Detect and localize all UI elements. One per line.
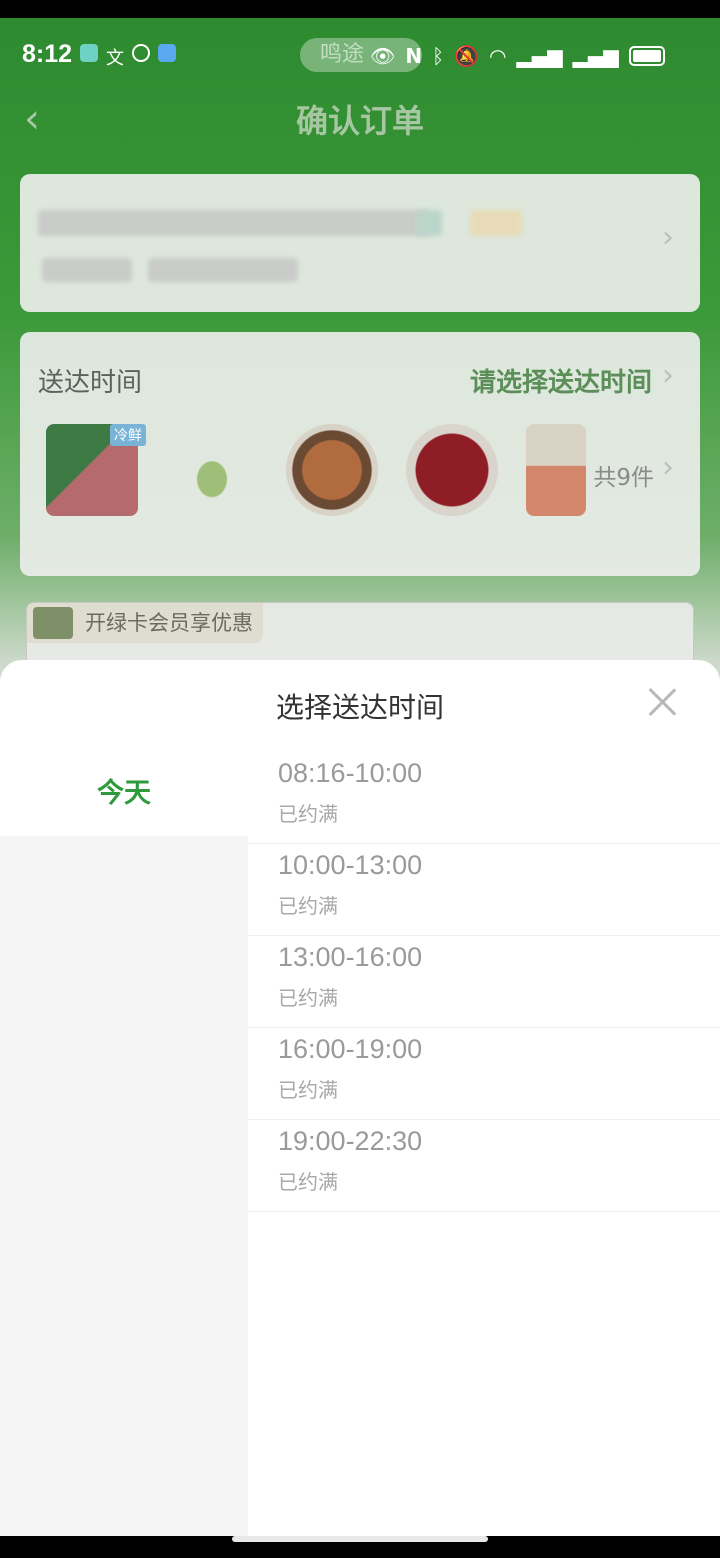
product-thumb-cherry	[406, 424, 498, 516]
nfc-icon: N	[405, 44, 423, 68]
choose-time-link[interactable]: 请选择送达时间	[470, 362, 652, 399]
status-bar: 8:12 文 鸣途 👁 N ᛒ 🔕 ◠ ▂▄▆ ▂▄▆	[0, 18, 720, 90]
signal-icon: ▂▄▆	[516, 44, 563, 68]
slot-status: 已约满	[278, 986, 338, 1010]
product-thumb-snack	[526, 424, 586, 516]
slot-range: 13:00-16:00	[278, 942, 423, 972]
day-item-today[interactable]: 今天	[0, 752, 248, 836]
product-thumb-meat: 冷鲜	[46, 424, 146, 516]
slot-status: 已约满	[278, 1078, 338, 1102]
time-slot[interactable]: 19:00-22:30 已约满	[248, 1120, 720, 1212]
page-title: 确认订单	[295, 102, 424, 140]
address-card[interactable]: ›	[20, 174, 700, 312]
circle-icon	[132, 44, 150, 62]
slot-status: 已约满	[278, 894, 338, 918]
contact-redacted	[42, 258, 132, 282]
chevron-right-icon: ›	[662, 358, 674, 393]
address-redacted-label	[470, 210, 522, 236]
wifi-icon: ◠	[489, 44, 507, 68]
delivery-card[interactable]: 送达时间 请选择送达时间 › 冷鲜 共9件 ›	[20, 332, 700, 576]
slot-range: 19:00-22:30	[278, 1126, 423, 1156]
chevron-right-icon: ›	[662, 220, 674, 255]
navigation-bar: ‹ 确认订单	[0, 90, 720, 180]
chevron-right-icon: ›	[662, 450, 674, 485]
slot-range: 16:00-19:00	[278, 1034, 423, 1064]
slot-status: 已约满	[278, 802, 338, 826]
crown-icon	[33, 607, 73, 639]
status-time: 8:12	[22, 40, 73, 68]
cloud-icon	[158, 44, 176, 62]
screen: 8:12 文 鸣途 👁 N ᛒ 🔕 ◠ ▂▄▆ ▂▄▆ ‹ 确认订单 › 送达时…	[0, 18, 720, 1536]
slot-range: 10:00-13:00	[278, 850, 423, 880]
member-promo-tag: 开绿卡会员享优惠	[27, 603, 263, 643]
close-icon[interactable]	[642, 682, 682, 722]
bluetooth-icon: ᛒ	[432, 44, 445, 68]
sheet-title: 选择送达时间	[275, 691, 444, 724]
battery-icon	[628, 46, 665, 66]
item-count: 共9件	[593, 465, 654, 491]
system-icons: 👁 N ᛒ 🔕 ◠ ▂▄▆ ▂▄▆	[370, 42, 665, 70]
product-thumb-sweet-potato	[286, 424, 378, 516]
product-thumbnails[interactable]: 冷鲜	[46, 424, 586, 516]
day-list	[0, 836, 248, 1536]
time-picker-sheet: 选择送达时间 今天 08:16-10:00 已约满 10:00-13:00 已约…	[0, 660, 720, 1536]
time-slot[interactable]: 08:16-10:00 已约满	[248, 752, 720, 844]
member-promo-text: 开绿卡会员享优惠	[85, 611, 253, 635]
delivery-label: 送达时间	[38, 368, 143, 398]
translate-icon: 文	[106, 48, 124, 69]
pill-text: 鸣途	[320, 42, 365, 67]
home-indicator[interactable]	[232, 1536, 488, 1542]
address-redacted	[38, 210, 428, 236]
mute-icon: 🔕	[454, 44, 480, 68]
time-slot[interactable]: 13:00-16:00 已约满	[248, 936, 720, 1028]
thumb-label: 冷鲜	[110, 424, 146, 446]
time-slot[interactable]: 10:00-13:00 已约满	[248, 844, 720, 936]
product-thumb-scallion	[166, 424, 258, 516]
address-redacted-tag	[416, 210, 442, 236]
signal-2-icon: ▂▄▆	[572, 44, 619, 68]
time-slot[interactable]: 16:00-19:00 已约满	[248, 1028, 720, 1120]
notification-icons: 文	[80, 44, 176, 70]
time-slot-list: 08:16-10:00 已约满 10:00-13:00 已约满 13:00-16…	[248, 752, 720, 1212]
slot-status: 已约满	[278, 1170, 338, 1194]
eye-icon: 👁	[370, 44, 396, 68]
slot-range: 08:16-10:00	[278, 758, 423, 788]
app-notification-icon	[80, 44, 98, 62]
phone-redacted	[148, 258, 298, 282]
